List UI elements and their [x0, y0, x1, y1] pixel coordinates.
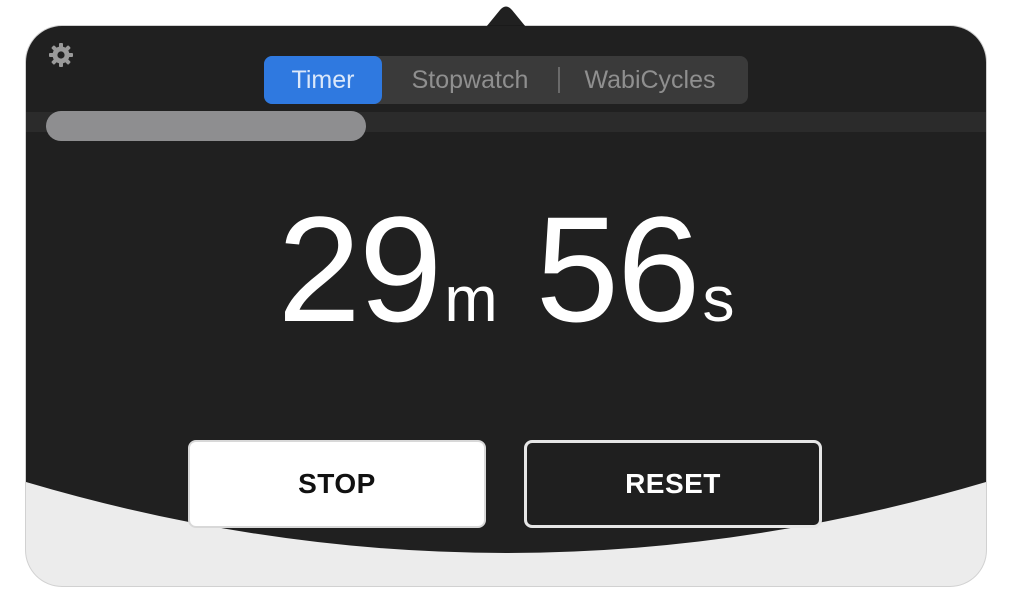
minutes-value: 29: [277, 185, 442, 353]
seconds-value: 56: [535, 185, 701, 353]
minutes-unit: m: [444, 263, 498, 335]
progress-bar-fill: [46, 111, 366, 141]
mode-tabs: Timer Stopwatch WabiCycles: [264, 56, 748, 104]
countdown-display: 29m 56s: [26, 194, 986, 344]
tab-wabicycles[interactable]: WabiCycles: [560, 56, 740, 104]
timer-popover: Timer Stopwatch WabiCycles 29m 56s STOP R…: [0, 0, 1012, 612]
reset-button[interactable]: RESET: [524, 440, 822, 528]
timer-panel: Timer Stopwatch WabiCycles 29m 56s STOP R…: [26, 26, 986, 586]
seconds-unit: s: [702, 263, 735, 335]
gear-icon[interactable]: [48, 42, 74, 68]
tab-timer[interactable]: Timer: [264, 56, 382, 104]
stop-button[interactable]: STOP: [188, 440, 486, 528]
tab-stopwatch[interactable]: Stopwatch: [382, 56, 558, 104]
